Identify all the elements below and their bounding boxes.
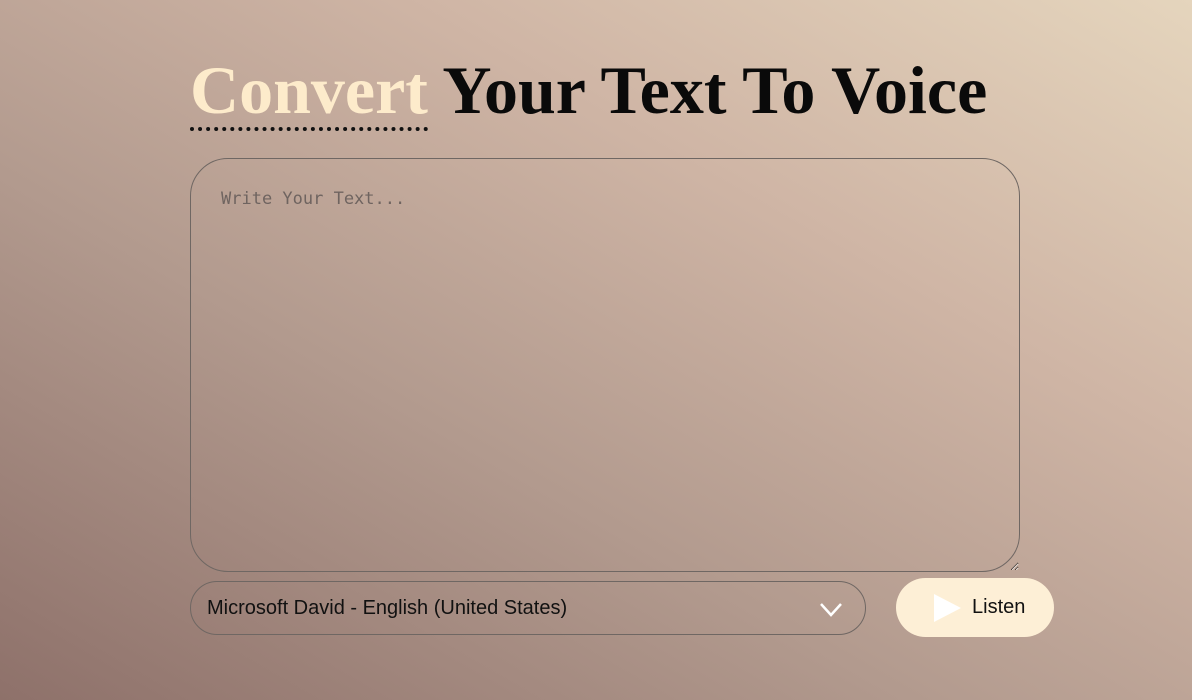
controls-row: Microsoft David - English (United States… <box>190 578 1054 641</box>
app-container: Convert Your Text To Voice Microsoft Dav… <box>190 52 1054 637</box>
title-rest: Your Text To Voice <box>442 52 988 128</box>
listen-button-label: Listen <box>972 596 1026 618</box>
voice-select-value: Microsoft David - English (United States… <box>207 596 568 619</box>
voice-select[interactable]: Microsoft David - English (United States… <box>190 581 866 635</box>
text-input[interactable] <box>190 158 1020 572</box>
chevron-down-icon <box>820 603 842 617</box>
listen-button[interactable]: Listen <box>896 578 1054 637</box>
title-accent: Convert <box>190 55 428 131</box>
page-title: Convert Your Text To Voice <box>190 52 1054 131</box>
play-icon <box>934 593 961 622</box>
